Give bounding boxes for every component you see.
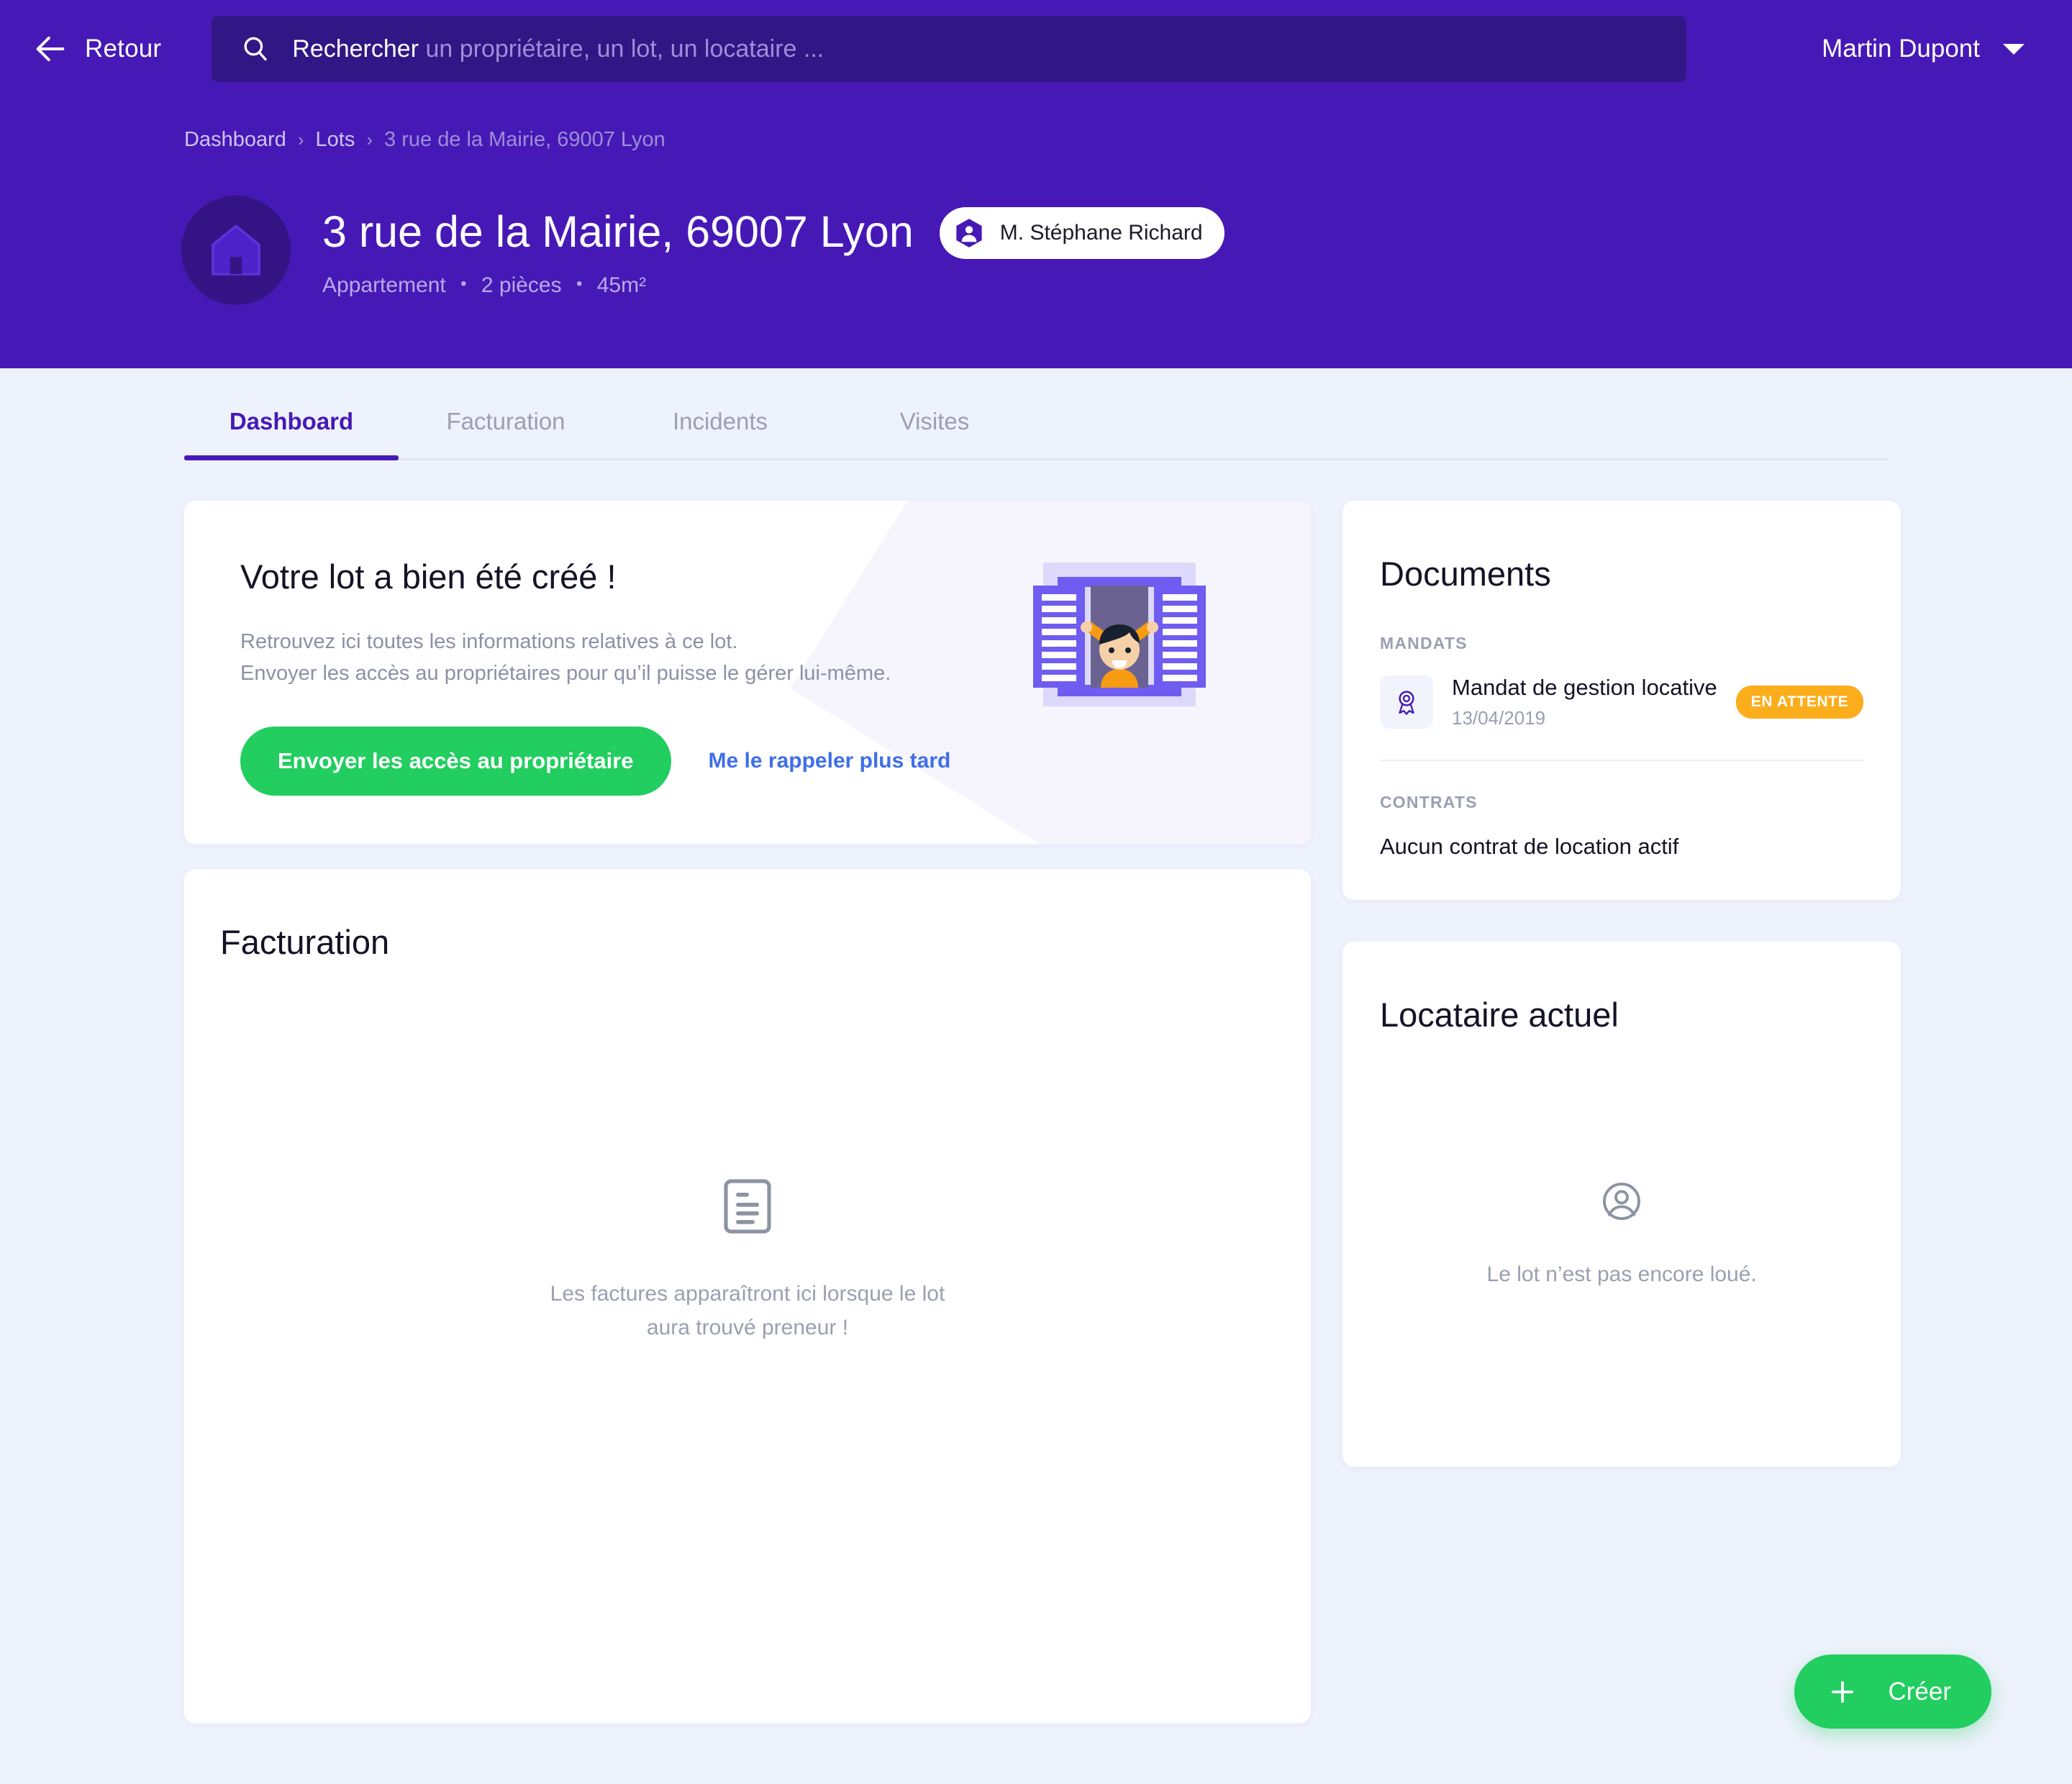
search-placeholder: un propriétaire, un lot, un locataire ..… [425, 35, 824, 63]
arrow-left-icon [36, 36, 65, 62]
page-header: Retour Rechercher un propriétaire, un lo… [0, 0, 2072, 368]
back-button[interactable]: Retour [32, 30, 183, 68]
document-date: 13/04/2019 [1452, 707, 1546, 729]
chevron-down-icon [2003, 43, 2025, 55]
breadcrumb-item-lots[interactable]: Lots [316, 128, 355, 152]
lot-created-actions: Envoyer les accès au propriétaire Me le … [240, 727, 1311, 796]
lot-header-block: 3 rue de la Mairie, 69007 Lyon M. Stépha… [181, 196, 1224, 305]
lot-created-card: Votre lot a bien été créé ! Retrouvez ic… [184, 501, 1311, 845]
breadcrumb-separator: › [366, 129, 373, 150]
document-icon-wrapper [1380, 675, 1433, 729]
send-owner-access-button[interactable]: Envoyer les accès au propriétaire [240, 727, 671, 796]
page-title: 3 rue de la Mairie, 69007 Lyon [322, 206, 914, 256]
locataire-empty-state: Le lot n’est pas encore loué. [1342, 1179, 1901, 1287]
documents-card-title: Documents [1380, 555, 1551, 593]
invoice-document-icon [724, 1179, 771, 1234]
lot-meta-surface: 45m² [596, 273, 647, 297]
back-button-label: Retour [85, 35, 162, 63]
search-text: Rechercher un propriétaire, un lot, un l… [292, 35, 824, 63]
main-content: Votre lot a bien été créé ! Retrouvez ic… [0, 460, 2072, 1724]
status-badge: EN ATTENTE [1735, 686, 1864, 719]
locataire-card-title: Locataire actuel [1380, 996, 1619, 1034]
owner-chip[interactable]: M. Stéphane Richard [939, 207, 1224, 259]
plus-icon [1832, 1680, 1854, 1703]
breadcrumb: Dashboard › Lots › 3 rue de la Mairie, 6… [184, 128, 665, 152]
tab-visites[interactable]: Visites [827, 408, 1042, 458]
breadcrumb-separator: › [297, 129, 304, 150]
house-icon [212, 224, 260, 276]
lot-meta-separator: • [576, 274, 583, 293]
documents-card: Documents MANDATS Mandat de gestion loca… [1342, 501, 1901, 900]
avatar [181, 196, 291, 305]
facturation-card: Facturation Les factures apparaîtront ic… [184, 869, 1311, 1724]
owner-chip-label: M. Stéphane Richard [999, 221, 1203, 245]
document-name: Mandat de gestion locative [1452, 675, 1717, 700]
user-menu-label: Martin Dupont [1822, 35, 1980, 63]
create-button-label: Créer [1888, 1677, 1951, 1706]
open-window-person-icon [1033, 563, 1206, 706]
document-row-mandat[interactable]: Mandat de gestion locative 13/04/2019 EN… [1380, 675, 1864, 761]
tab-dashboard[interactable]: Dashboard [184, 408, 399, 460]
search-value: Rechercher [292, 35, 419, 63]
left-column: Votre lot a bien été créé ! Retrouvez ic… [184, 501, 1311, 1724]
facturation-empty-line-2: aura trouvé preneur ! [646, 1315, 849, 1339]
top-navigation-bar: Retour Rechercher un propriétaire, un lo… [0, 0, 2072, 98]
facturation-empty-state: Les factures apparaîtront ici lorsque le… [184, 1178, 1311, 1344]
search-icon [244, 37, 267, 61]
documents-contrats-label: CONTRATS [1380, 793, 1478, 811]
document-text: Mandat de gestion locative 13/04/2019 [1452, 675, 1717, 729]
tab-bar: Dashboard Facturation Incidents Visites [184, 368, 1888, 460]
contrats-empty-message: Aucun contrat de location actif [1380, 834, 1679, 859]
facturation-card-title: Facturation [220, 923, 390, 961]
documents-mandats-label: MANDATS [1380, 634, 1468, 652]
tab-bar-wrapper: Dashboard Facturation Incidents Visites [0, 368, 2072, 460]
user-circle-icon [1603, 1183, 1641, 1220]
tab-facturation[interactable]: Facturation [399, 408, 613, 458]
lot-meta-type: Appartement [322, 273, 446, 297]
user-hexagon-icon [956, 219, 982, 247]
lot-meta: Appartement • 2 pièces • 45m² [322, 273, 1224, 298]
tab-incidents[interactable]: Incidents [613, 408, 827, 458]
user-menu[interactable]: Martin Dupont [1822, 35, 2032, 63]
facturation-empty-message: Les factures apparaîtront ici lorsque le… [550, 1278, 945, 1344]
lot-meta-separator: • [460, 274, 467, 293]
lot-title-block: 3 rue de la Mairie, 69007 Lyon M. Stépha… [322, 196, 1224, 298]
lot-meta-rooms: 2 pièces [481, 273, 562, 297]
facturation-empty-line-1: Les factures apparaîtront ici lorsque le… [550, 1282, 945, 1306]
locataire-card: Locataire actuel Le lot n’est pas encore… [1342, 942, 1901, 1467]
search-input[interactable]: Rechercher un propriétaire, un lot, un l… [212, 16, 1687, 82]
breadcrumb-item-current: 3 rue de la Mairie, 69007 Lyon [384, 128, 665, 151]
breadcrumb-item-dashboard[interactable]: Dashboard [184, 128, 286, 152]
locataire-empty-message: Le lot n’est pas encore loué. [1486, 1262, 1757, 1286]
create-button[interactable]: Créer [1794, 1655, 1991, 1729]
remind-me-later-link[interactable]: Me le rappeler plus tard [709, 749, 951, 773]
right-column: Documents MANDATS Mandat de gestion loca… [1342, 501, 1901, 1467]
award-ribbon-icon [1399, 691, 1414, 715]
